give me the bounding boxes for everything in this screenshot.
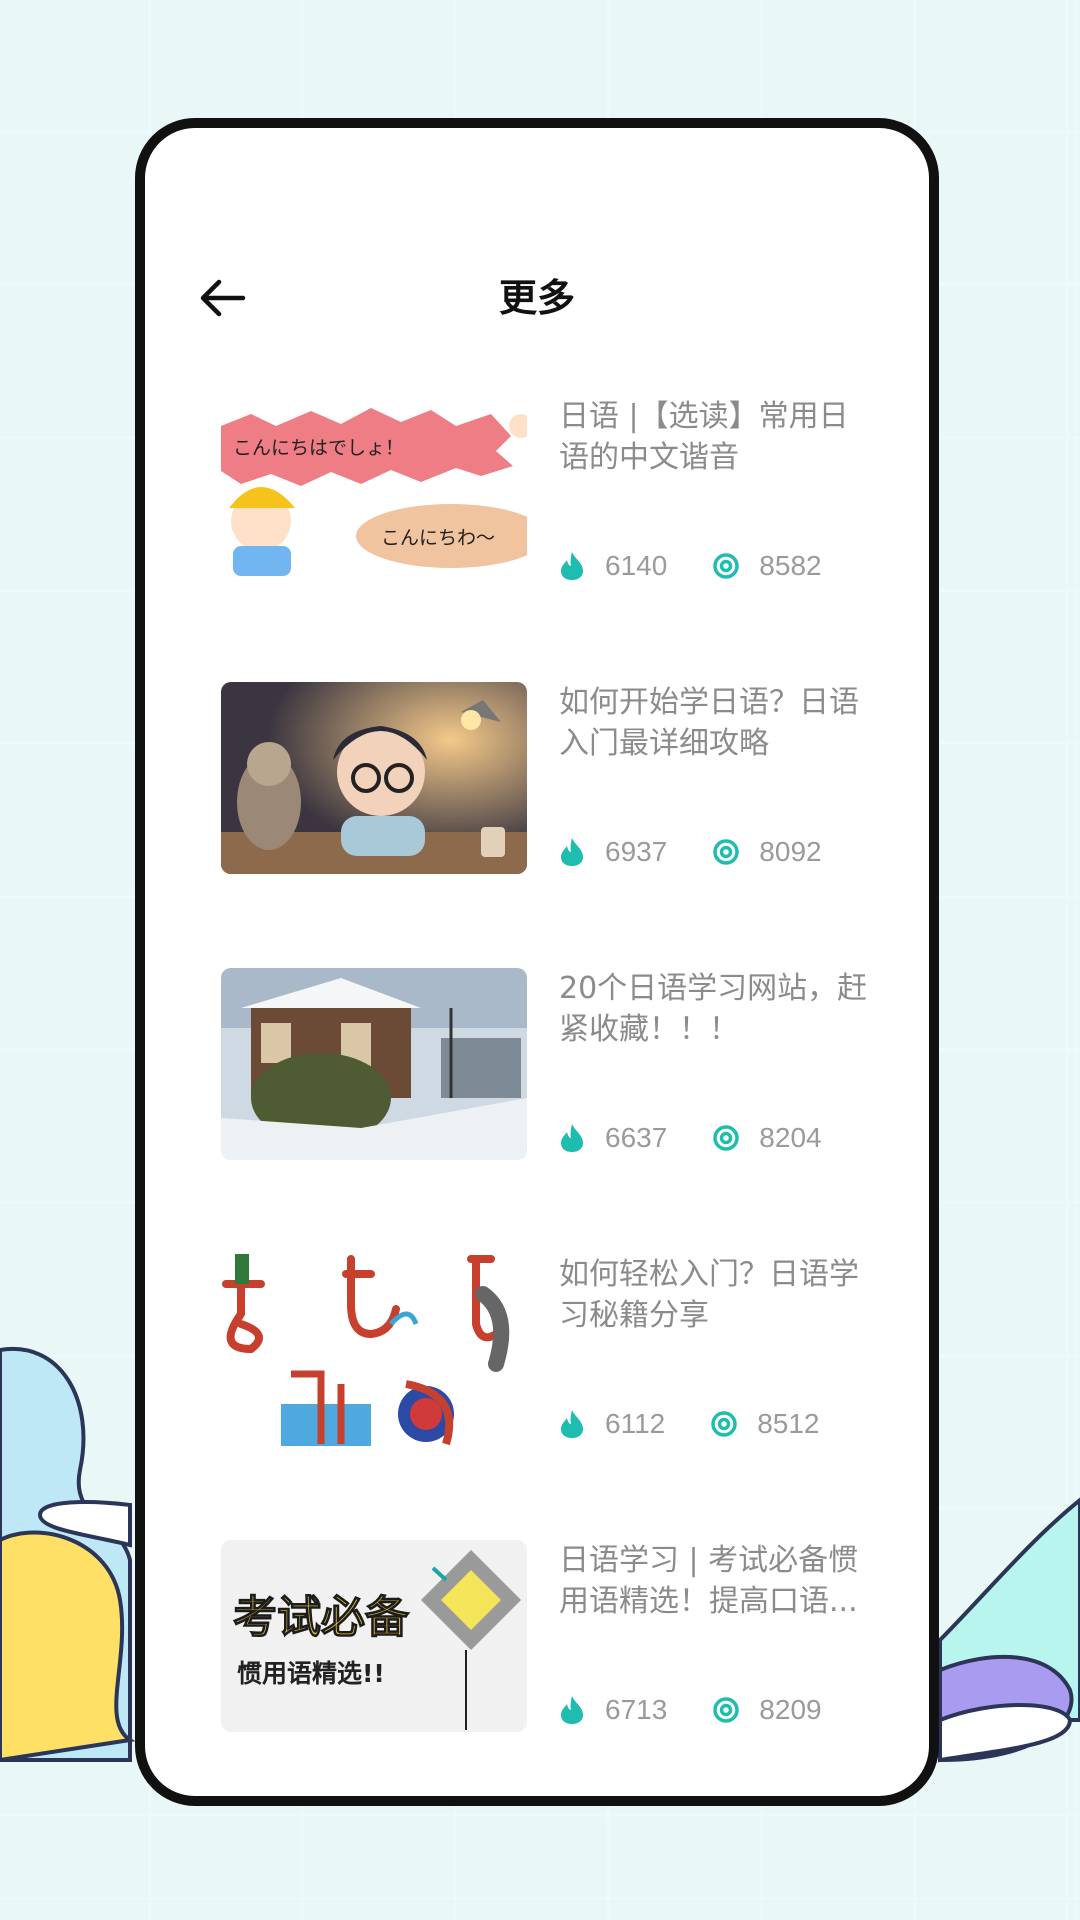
article-title: 日语 |【选读】常用日语的中文谐音: [559, 399, 849, 475]
views-count: 8512: [757, 1408, 820, 1439]
views-count: 8204: [759, 1122, 822, 1153]
list-item[interactable]: 20个日语学习网站，赶紧收藏！！！ 6637 8204: [221, 968, 881, 1160]
likes-count: 6713: [605, 1694, 668, 1725]
list-item[interactable]: 考试必备 惯用语精选!! 日语学习 | 考试必备惯用语精选！提高口语... 67…: [221, 1540, 881, 1732]
view-icon: [713, 839, 740, 865]
article-title: 如何轻松入门？日语学习秘籍分享: [559, 1257, 859, 1333]
article-title: 日语学习 | 考试必备惯用语精选！提高口语...: [559, 1543, 859, 1619]
header: 更多: [145, 258, 929, 338]
article-stats: 6112 8512: [559, 1406, 820, 1442]
page-title: 更多: [498, 276, 575, 320]
list-item[interactable]: 如何轻松入门？日语学习秘籍分享 6112 8512: [221, 1254, 881, 1446]
likes-count: 6140: [605, 550, 668, 581]
view-icon: [713, 553, 740, 579]
views-count: 8209: [759, 1694, 822, 1725]
article-stats: 6937 8092: [559, 834, 822, 870]
flame-icon: [561, 1124, 583, 1152]
article-list: こんにちはでしょ！ こんにちわ～ 日语 |【选读】常用日语的中文谐音 6140: [221, 396, 881, 1796]
views-count: 8582: [759, 550, 822, 581]
content-card: 更多 こんにちはでしょ！ こんにちわ～ 日语 |【选读】常用日语的中文谐音 61…: [135, 118, 939, 1806]
article-title: 如何开始学日语？日语入门最详细攻略: [559, 685, 859, 761]
thumbnail-image: 考试必备 惯用语精选!!: [221, 1540, 527, 1732]
likes-count: 6637: [605, 1122, 668, 1153]
views-count: 8092: [759, 836, 822, 867]
back-arrow-icon: [200, 279, 246, 317]
article-stats: 6713 8209: [559, 1692, 822, 1728]
thumbnail-image: [221, 1254, 527, 1446]
article-title: 20个日语学习网站，赶紧收藏！！！: [559, 971, 868, 1047]
flame-icon: [561, 552, 583, 580]
back-button[interactable]: [197, 276, 249, 320]
article-stats: 6140 8582: [559, 548, 822, 584]
likes-count: 6937: [605, 836, 668, 867]
flame-icon: [561, 838, 583, 866]
view-icon: [713, 1697, 740, 1723]
article-stats: 6637 8204: [559, 1120, 822, 1156]
thumbnail-image: [221, 682, 527, 874]
thumbnail-image: こんにちはでしょ！ こんにちわ～: [221, 396, 527, 588]
thumb-text: こんにちわ～: [381, 527, 495, 549]
thumb-text: 惯用语精选!!: [237, 1659, 385, 1688]
list-item[interactable]: 如何开始学日语？日语入门最详细攻略 6937 8092: [221, 682, 881, 874]
thumb-text: こんにちはでしょ！: [233, 437, 404, 459]
view-icon: [713, 1125, 740, 1151]
likes-count: 6112: [605, 1408, 666, 1439]
thumb-text: 考试必备: [233, 1592, 410, 1643]
flame-icon: [561, 1696, 583, 1724]
list-item[interactable]: こんにちはでしょ！ こんにちわ～ 日语 |【选读】常用日语的中文谐音 6140: [221, 396, 881, 588]
view-icon: [711, 1411, 737, 1437]
thumbnail-image: [221, 968, 527, 1160]
flame-icon: [561, 1410, 583, 1438]
